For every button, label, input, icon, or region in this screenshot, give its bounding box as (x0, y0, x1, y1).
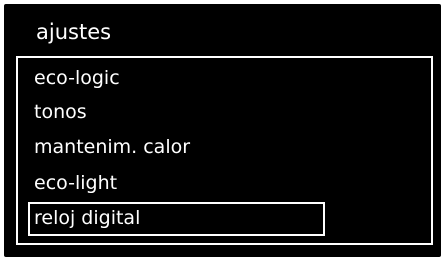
screen-title: ajustes (36, 20, 112, 44)
menu-item-reloj-digital[interactable]: reloj digital (34, 206, 140, 230)
menu-item-eco-logic[interactable]: eco-logic (34, 66, 120, 90)
menu-item-eco-light[interactable]: eco-light (34, 171, 117, 195)
display-screen: ajustes eco-logic tonos mantenim. calor … (4, 4, 441, 257)
menu-item-tonos[interactable]: tonos (34, 100, 87, 124)
menu-item-mantenim-calor[interactable]: mantenim. calor (34, 135, 190, 159)
